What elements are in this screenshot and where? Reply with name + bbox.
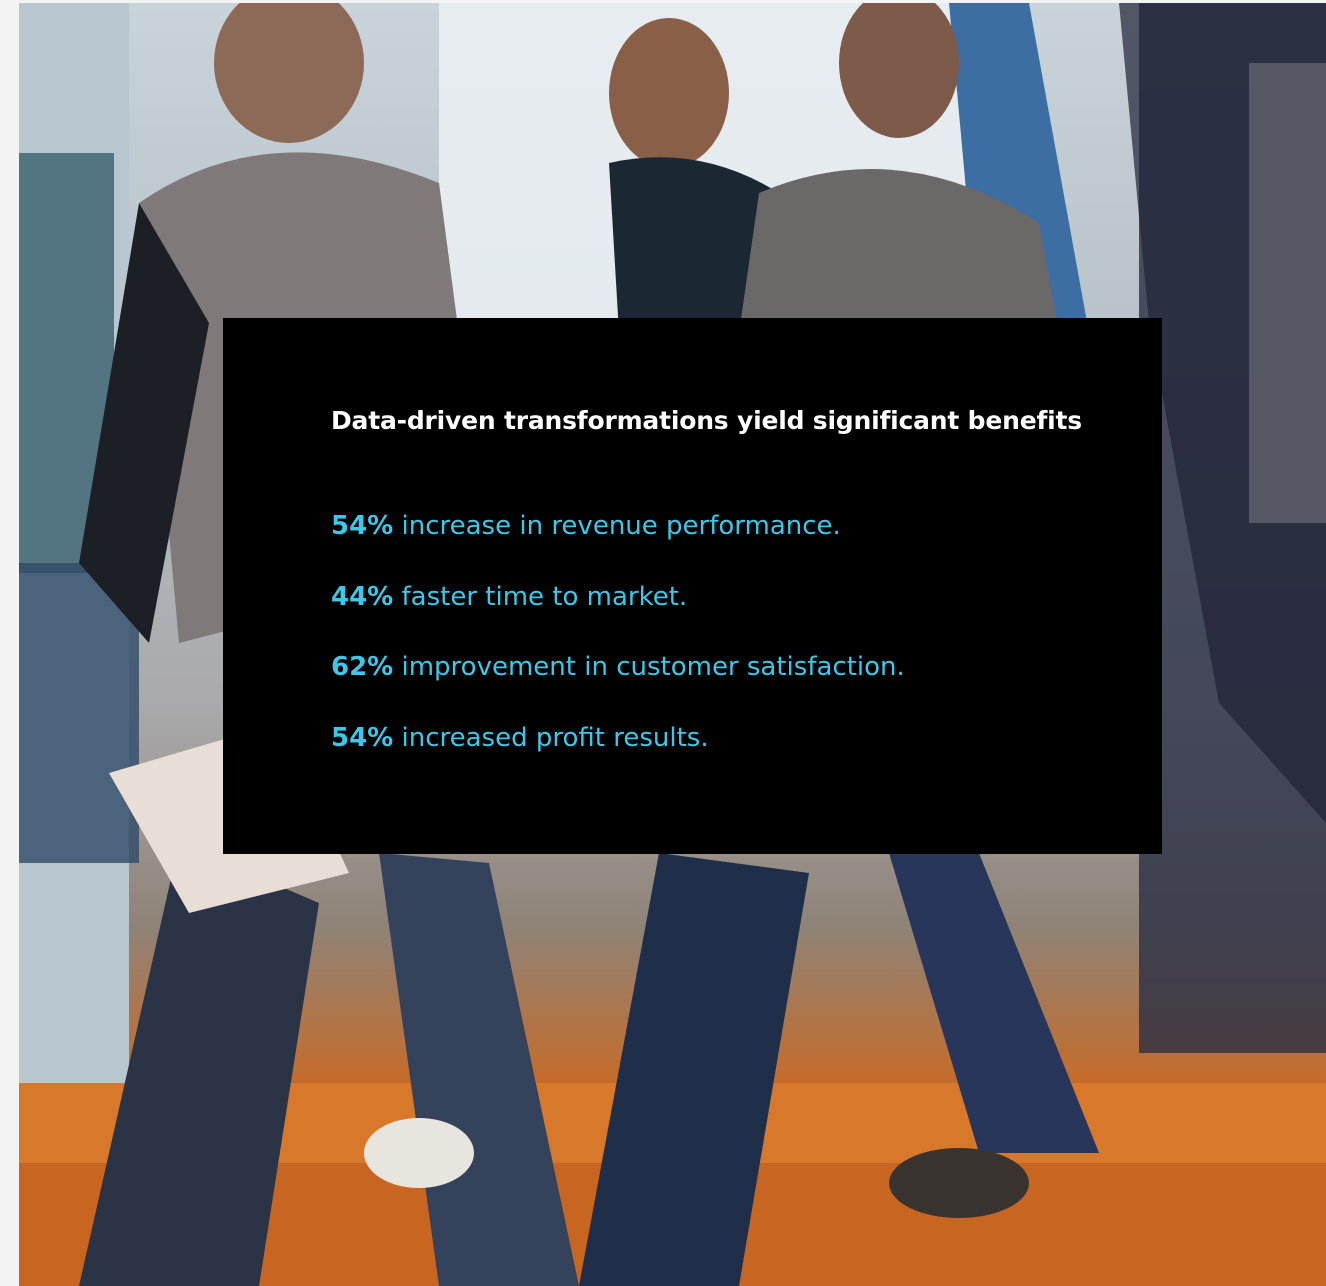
stat-value: 54% bbox=[331, 511, 394, 541]
stats-list: 54% increase in revenue performance. 44%… bbox=[331, 508, 905, 790]
person-middle-head bbox=[609, 18, 729, 168]
stat-item: 54% increased profit results. bbox=[331, 720, 905, 791]
stat-item: 62% improvement in customer satisfaction… bbox=[331, 649, 905, 720]
card-title: Data-driven transformations yield signif… bbox=[331, 406, 1082, 435]
sneaker-right bbox=[889, 1148, 1029, 1218]
stat-value: 54% bbox=[331, 722, 394, 753]
stat-item: 44% faster time to market. bbox=[331, 579, 905, 650]
stat-item: 54% increase in revenue performance. bbox=[331, 508, 905, 579]
stat-text: faster time to market. bbox=[393, 581, 688, 612]
stat-text: improvement in customer satisfaction. bbox=[393, 652, 905, 682]
stat-value: 44% bbox=[331, 581, 394, 612]
benefits-card: Data-driven transformations yield signif… bbox=[223, 318, 1162, 854]
stat-text: increase in revenue performance. bbox=[393, 511, 841, 541]
stat-text: increased profit results. bbox=[393, 722, 709, 753]
stat-value: 62% bbox=[331, 652, 394, 682]
person-left-head bbox=[214, 3, 364, 143]
sneaker-left bbox=[364, 1118, 474, 1188]
